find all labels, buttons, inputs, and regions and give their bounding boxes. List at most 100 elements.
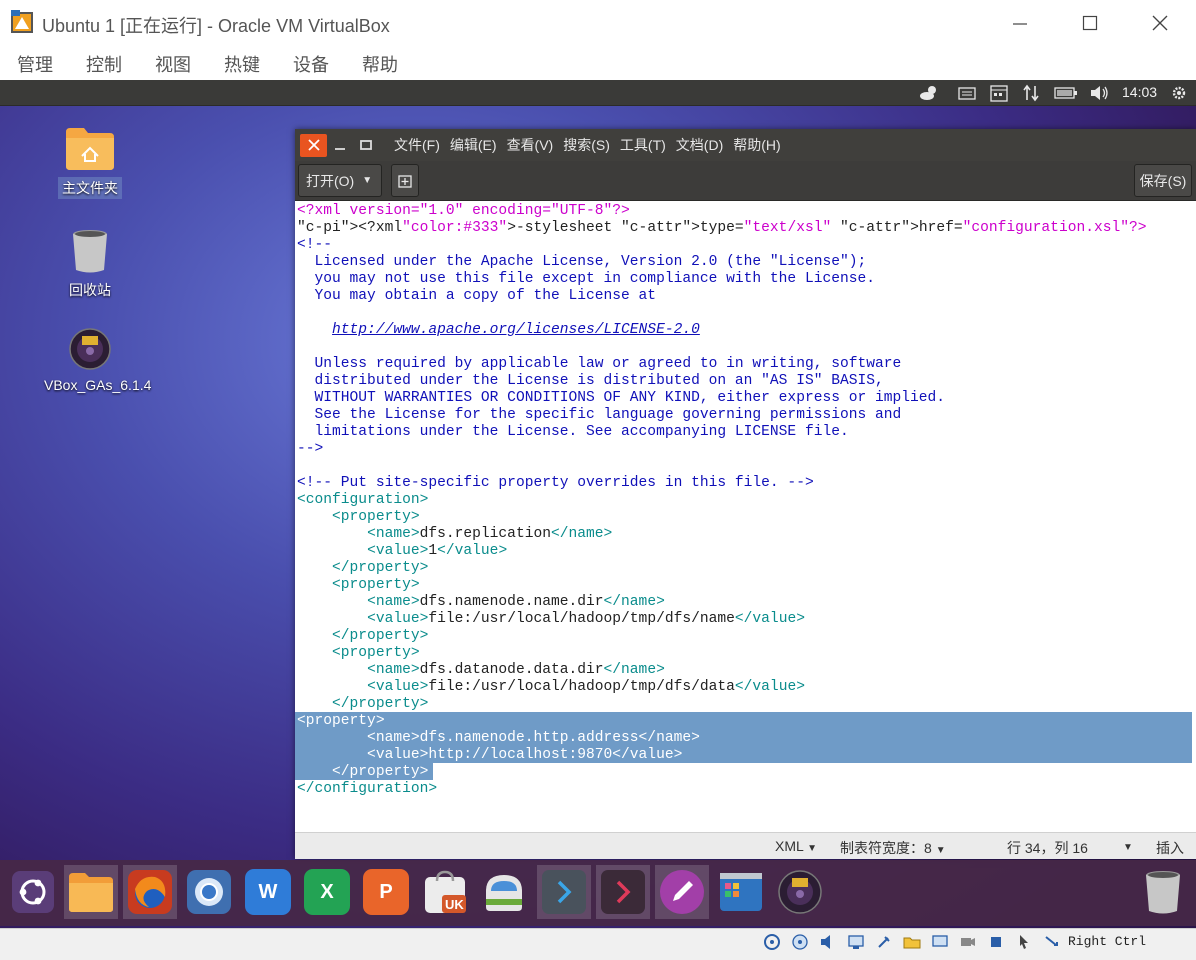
shopping-bag-icon: UK [425, 870, 466, 913]
host-menu-manage[interactable]: 管理 [0, 46, 69, 80]
keyboard-icon[interactable] [1042, 932, 1062, 952]
open-button-label: 打开(O) [306, 172, 355, 189]
code-line: limitations under the License. See accom… [297, 424, 849, 440]
close-icon [307, 139, 320, 151]
window-manager-icon [720, 873, 762, 911]
editor-maximize-button[interactable] [353, 134, 379, 157]
editor-menu-documents[interactable]: 文档(D) [671, 135, 728, 155]
host-menu-help[interactable]: 帮助 [345, 46, 414, 80]
editor-menu-view[interactable]: 查看(V) [502, 135, 559, 155]
host-menu-hotkeys[interactable]: 热键 [207, 46, 276, 80]
dock-cd-drive[interactable] [773, 865, 827, 919]
editor-menu-search[interactable]: 搜索(S) [558, 135, 615, 155]
wps-writer-icon: W [245, 869, 291, 915]
code-editor[interactable]: <?xml version="1.0" encoding="UTF-8"?> "c… [295, 202, 1196, 832]
maximize-button[interactable] [1070, 8, 1110, 38]
network-icon[interactable] [1021, 83, 1041, 103]
cd-icon [778, 870, 822, 914]
code-line: <value>1</value> [367, 543, 508, 559]
new-tab-icon [398, 174, 412, 188]
dock-firefox[interactable] [123, 865, 177, 919]
code-line: <value>file:/usr/local/hadoop/tmp/dfs/na… [367, 611, 805, 627]
editor-minimize-button[interactable] [327, 134, 353, 157]
host-menubar: 管理 控制 视图 热键 设备 帮助 [0, 46, 1196, 80]
optical-drive-icon[interactable] [790, 932, 810, 952]
host-menu-view[interactable]: 视图 [138, 46, 207, 80]
dock-text-editor[interactable] [655, 865, 709, 919]
chevron-down-icon[interactable]: ▼ [1123, 842, 1133, 853]
dock-software-center[interactable] [477, 865, 531, 919]
battery-icon[interactable] [1054, 83, 1078, 103]
code-line: </property> [332, 560, 429, 576]
dock-chromium[interactable] [182, 865, 236, 919]
code-line: </property> [332, 628, 429, 644]
host-titlebar: Ubuntu 1 [正在运行] - Oracle VM VirtualBox [0, 0, 1196, 46]
weather-icon[interactable] [918, 83, 940, 103]
open-button[interactable]: 打开(O) ▼ [298, 164, 382, 197]
dock-ubuntu-launcher[interactable] [6, 865, 60, 919]
host-window-title: Ubuntu 1 [正在运行] - Oracle VM VirtualBox [42, 16, 390, 36]
dock-terminal[interactable] [537, 865, 591, 919]
code-line: http://www.apache.org/licenses/LICENSE-2… [332, 322, 700, 338]
terminal-icon [542, 870, 586, 914]
editor-menu-tools[interactable]: 工具(T) [615, 135, 671, 155]
tab-width-selector[interactable]: 制表符宽度：8 ▼ [840, 838, 946, 858]
dock-wps-spreadsheets[interactable]: X [300, 865, 354, 919]
code-line: <property> [332, 577, 420, 593]
editor-menu-file[interactable]: 文件(F) [389, 135, 445, 155]
dock-wps-writer[interactable]: W [241, 865, 295, 919]
editor-menu-edit[interactable]: 编辑(E) [445, 135, 502, 155]
audio-icon[interactable] [818, 932, 838, 952]
host-menu-devices[interactable]: 设备 [276, 46, 345, 80]
maximize-icon [360, 140, 372, 150]
cpu-icon[interactable] [986, 932, 1006, 952]
dock-terminal-2[interactable] [596, 865, 650, 919]
dock-ukylin-store[interactable]: UK [418, 865, 472, 919]
recording-icon[interactable] [958, 932, 978, 952]
code-line: <property> [297, 713, 385, 729]
editor-close-button[interactable] [300, 133, 327, 157]
code-line: <name>dfs.replication</name> [367, 526, 613, 542]
code-line: <value>file:/usr/local/hadoop/tmp/dfs/da… [367, 679, 805, 695]
minimize-button[interactable] [1000, 8, 1040, 38]
dock-wps-presentation[interactable]: P [359, 865, 413, 919]
system-gear-icon[interactable] [1168, 83, 1190, 103]
code-line: distributed under the License is distrib… [297, 373, 884, 389]
usb-icon[interactable] [874, 932, 894, 952]
firefox-icon [128, 870, 172, 914]
cursor-position[interactable]: 行 34，列 16 [1007, 838, 1088, 858]
svg-text:UK: UK [445, 897, 464, 912]
volume-icon[interactable] [1089, 83, 1111, 103]
chevron-down-icon: ▼ [362, 175, 373, 186]
guest-screen: 14:03 主文件夹 回收站 VBox_GAs_6.1.4 文件(F) 编辑(E… [0, 80, 1196, 948]
dock-files[interactable] [64, 865, 118, 919]
code-line: <!-- Put site-specific property override… [297, 475, 814, 491]
language-label: XML [775, 838, 804, 854]
clock[interactable]: 14:03 [1122, 84, 1157, 100]
network-adapter-icon[interactable] [846, 932, 866, 952]
hard-disk-icon[interactable] [762, 932, 782, 952]
code-line: <configuration> [297, 492, 429, 508]
display-icon[interactable] [930, 932, 950, 952]
language-selector[interactable]: XML ▼ [775, 838, 817, 854]
desktop-icon-vbox-cd[interactable]: VBox_GAs_6.1.4 [40, 327, 151, 395]
host-menu-control[interactable]: 控制 [69, 46, 138, 80]
save-button[interactable]: 保存(S) [1134, 164, 1192, 197]
host-key-label: Right Ctrl [1068, 934, 1147, 949]
desktop-icon-trash[interactable]: 回收站 [40, 228, 140, 301]
shared-folders-icon[interactable] [902, 932, 922, 952]
calendar-icon[interactable] [989, 83, 1009, 103]
code-line: "c-pi"><?xml"color:#333">-stylesheet "c-… [297, 220, 1147, 236]
dock-trash[interactable] [1136, 865, 1190, 919]
dock-settings-manager[interactable] [714, 865, 768, 919]
terminal-icon [601, 870, 645, 914]
editor-menu-help[interactable]: 帮助(H) [728, 135, 785, 155]
input-method-icon[interactable] [957, 83, 977, 103]
mouse-integration-icon[interactable] [1014, 932, 1034, 952]
code-line: <name>dfs.datanode.data.dir</name> [367, 662, 665, 678]
close-icon [1152, 15, 1168, 31]
close-window-button[interactable] [1140, 8, 1180, 38]
new-document-button[interactable] [391, 164, 419, 197]
editor-menubar: 文件(F) 编辑(E) 查看(V) 搜索(S) 工具(T) 文档(D) 帮助(H… [295, 129, 1196, 161]
desktop-icon-home[interactable]: 主文件夹 [40, 124, 140, 199]
